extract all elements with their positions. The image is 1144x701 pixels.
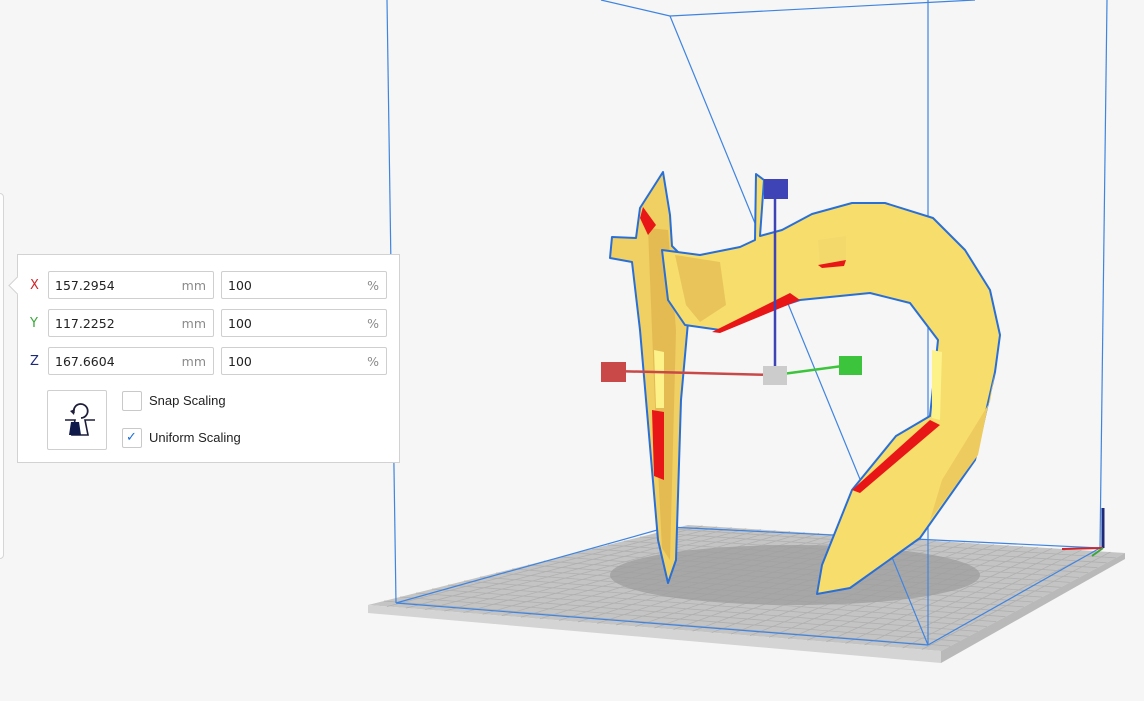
unit-percent: %	[367, 278, 379, 293]
width-mm-value: 157.2954	[55, 278, 115, 293]
scale-handle-z[interactable]	[764, 179, 788, 199]
uniform-scaling-label: Uniform Scaling	[149, 430, 241, 445]
snap-scaling-label: Snap Scaling	[149, 393, 226, 408]
reset-scale-icon	[65, 403, 95, 436]
scale-tool-panel: X 157.2954 mm 100 % Y 117.2252 mm 100 % …	[8, 254, 401, 463]
unit-percent: %	[367, 354, 379, 369]
unit-mm: mm	[181, 316, 206, 331]
scale-handle-x[interactable]	[601, 362, 626, 382]
unit-mm: mm	[181, 354, 206, 369]
scale-row-y: Y 117.2252 mm 100 %	[18, 309, 401, 339]
uniform-scaling-checkbox[interactable]: ✓	[122, 428, 142, 448]
height-percent-value: 100	[228, 354, 252, 369]
height-mm-input[interactable]: 167.6604 mm	[48, 347, 214, 375]
reset-scale-button[interactable]	[47, 390, 107, 450]
width-mm-input[interactable]: 157.2954 mm	[48, 271, 214, 299]
axis-label-y: Y	[30, 316, 38, 331]
snap-scaling-checkbox[interactable]	[122, 391, 142, 411]
unit-mm: mm	[181, 278, 206, 293]
depth-mm-value: 117.2252	[55, 316, 115, 331]
origin-axes	[1061, 508, 1105, 557]
tool-sidebar	[0, 193, 4, 559]
checkmark-icon: ✓	[126, 430, 137, 445]
width-percent-input[interactable]: 100 %	[221, 271, 387, 299]
scale-handle-center[interactable]	[763, 366, 787, 385]
width-percent-value: 100	[228, 278, 252, 293]
height-mm-value: 167.6604	[55, 354, 115, 369]
axis-label-z: Z	[30, 354, 39, 369]
3d-model[interactable]	[609, 171, 1001, 595]
depth-mm-input[interactable]: 117.2252 mm	[48, 309, 214, 337]
axis-label-x: X	[30, 278, 39, 293]
height-percent-input[interactable]: 100 %	[221, 347, 387, 375]
depth-percent-input[interactable]: 100 %	[221, 309, 387, 337]
unit-percent: %	[367, 316, 379, 331]
scale-handle-y[interactable]	[839, 356, 862, 375]
scale-row-z: Z 167.6604 mm 100 %	[18, 347, 401, 377]
scale-row-x: X 157.2954 mm 100 %	[18, 271, 401, 301]
depth-percent-value: 100	[228, 316, 252, 331]
